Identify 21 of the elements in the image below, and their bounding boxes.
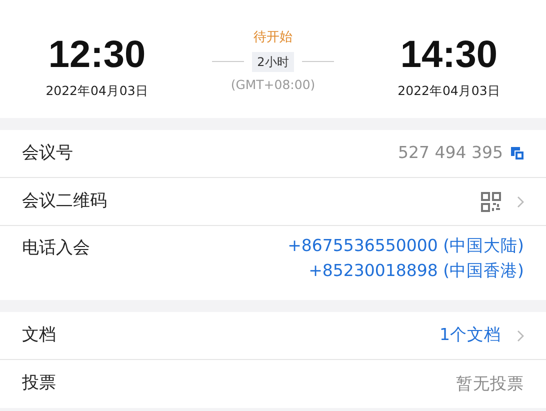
duration-badge: 2小时 <box>252 52 294 72</box>
qr-code-icon[interactable] <box>481 192 501 212</box>
row-label: 电话入会 <box>22 237 90 260</box>
status-text: 待开始 <box>253 29 292 47</box>
end-time: 14:30 <box>399 36 499 74</box>
date-text: 2022年04月03日 <box>44 82 150 100</box>
phone-link[interactable]: +85230018898 (中国香港) <box>308 258 524 284</box>
row-label: 文档 <box>22 324 56 347</box>
row-label: 会议二维码 <box>22 190 107 213</box>
documents-link[interactable]: 1个文档 <box>440 323 501 348</box>
row-label: 投票 <box>22 372 56 396</box>
copy-icon[interactable] <box>511 147 524 160</box>
timezone-text: (GMT+08:00) <box>230 76 316 94</box>
vote-status: 暂无投票 <box>456 372 524 395</box>
chevron-icon <box>517 330 524 342</box>
chevron-icon <box>517 196 524 208</box>
start-time: 12:30 <box>47 36 147 74</box>
meeting-number: 527 494 395 <box>398 142 503 164</box>
date-text: 2022年04月03日 <box>396 82 502 100</box>
row-label: 会议号 <box>22 142 73 165</box>
phone-link[interactable]: +8675536550000 (中国大陆) <box>288 234 524 259</box>
